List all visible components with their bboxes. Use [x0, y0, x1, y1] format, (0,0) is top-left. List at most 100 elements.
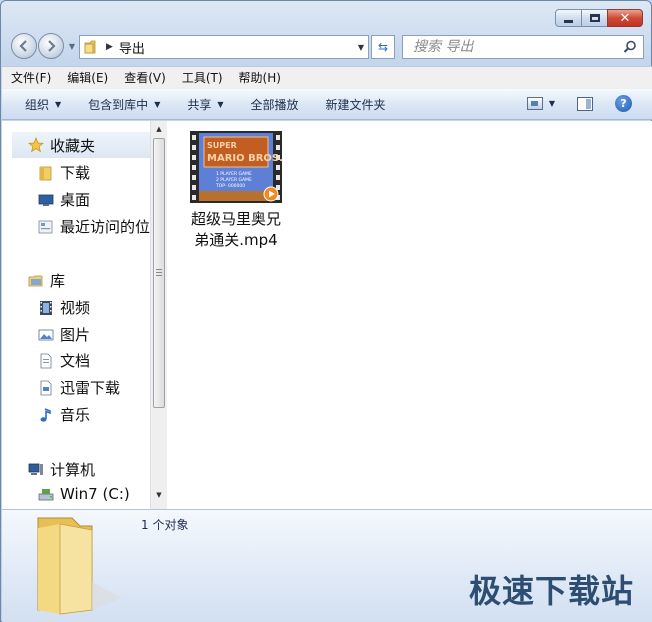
video-icon: [40, 300, 52, 315]
back-button[interactable]: [11, 33, 37, 59]
nav-videos[interactable]: 视频: [38, 297, 90, 318]
document-icon: [40, 353, 52, 368]
arrow-right-icon: [48, 40, 56, 52]
item-count: 1 个对象: [141, 518, 189, 532]
menu-file[interactable]: 文件(F): [11, 69, 51, 86]
nav-desktop-label: 桌面: [60, 191, 91, 209]
search-input[interactable]: [413, 39, 613, 55]
content-area: 收藏夹 下载 桌面 最近访问的位置 库 视频: [2, 121, 652, 509]
explorer-window: ✕ ▼ ▶ 导出 ▼ ⇆ 文件(F) 编辑(E) 查看(V): [0, 0, 652, 622]
menu-edit[interactable]: 编辑(E): [67, 69, 108, 86]
nav-thunder-label: 迅雷下载: [60, 379, 121, 397]
forward-button[interactable]: [38, 33, 64, 59]
menu-bar: 文件(F) 编辑(E) 查看(V) 工具(T) 帮助(H): [2, 66, 652, 88]
recent-places-icon: [38, 220, 53, 233]
help-icon[interactable]: ?: [615, 95, 632, 112]
view-options-dropdown[interactable]: ▼: [549, 99, 555, 108]
music-note-icon: [40, 407, 51, 422]
desktop-icon: [38, 194, 54, 206]
address-history-dropdown[interactable]: ▼: [358, 43, 364, 52]
star-icon: [28, 137, 44, 153]
nav-drive-c[interactable]: Win7 (C:): [38, 485, 130, 503]
thumb-title-line2: MARIO BROS.: [207, 153, 282, 164]
file-name[interactable]: 超级马里奥兄弟通关.mp4: [188, 209, 284, 251]
library-icon: [28, 275, 43, 286]
navigation-pane: 收藏夹 下载 桌面 最近访问的位置 库 视频: [2, 121, 150, 509]
recent-pages-dropdown[interactable]: ▼: [67, 42, 77, 51]
scroll-up-icon[interactable]: ▲: [151, 121, 167, 137]
maximize-icon: [589, 14, 600, 22]
thumb-title-line1: SUPER: [207, 141, 237, 150]
maximize-button[interactable]: [581, 9, 608, 27]
share-label: 共享: [187, 97, 212, 112]
chevron-down-icon: ▼: [154, 99, 161, 109]
nav-pictures-label: 图片: [60, 326, 91, 344]
watermark-logo: 极速下载站: [468, 572, 634, 610]
thumb-menu-line1: 1 PLAYER GAME: [216, 171, 252, 177]
nav-documents[interactable]: 文档: [38, 350, 90, 371]
close-icon: ✕: [619, 10, 631, 26]
video-thumbnail: SUPER MARIO BROS. 1 PLAYER GAME 2 PLAYER…: [190, 131, 282, 203]
nav-drive-c-label: Win7 (C:): [60, 485, 130, 503]
pictures-icon: [38, 329, 54, 340]
nav-music-label: 音乐: [60, 406, 91, 424]
change-view-icon[interactable]: [526, 97, 543, 110]
chevron-down-icon: ▼: [217, 99, 224, 109]
details-pane: 1 个对象 极速下载站: [2, 509, 652, 622]
scroll-down-icon[interactable]: ▼: [151, 487, 167, 503]
nav-videos-label: 视频: [60, 299, 91, 317]
thumb-menu-line2: 2 PLAYER GAME: [216, 177, 252, 183]
nav-pictures[interactable]: 图片: [38, 324, 90, 345]
nav-favorites-label: 收藏夹: [50, 136, 96, 155]
navigation-buttons: ▼: [11, 33, 77, 59]
folder-icon: [84, 40, 96, 54]
nav-libraries-label: 库: [50, 272, 66, 290]
nav-music[interactable]: 音乐: [38, 404, 90, 425]
include-in-library-button[interactable]: 包含到库中 ▼: [88, 96, 160, 113]
nav-recent-places[interactable]: 最近访问的位置: [38, 216, 150, 237]
caption-buttons: ✕: [555, 9, 643, 27]
menu-help[interactable]: 帮助(H): [239, 69, 281, 86]
preview-pane-icon[interactable]: [577, 96, 593, 111]
include-library-label: 包含到库中: [88, 97, 149, 112]
arrow-left-icon: [19, 40, 27, 52]
command-bar: 组织 ▼ 包含到库中 ▼ 共享 ▼ 全部播放 新建文件夹 ▼ ?: [2, 88, 652, 120]
nav-documents-label: 文档: [60, 352, 91, 370]
nav-downloads-label: 下载: [60, 164, 91, 182]
menu-tools[interactable]: 工具(T): [182, 69, 223, 86]
search-icon[interactable]: [623, 40, 637, 54]
search-box[interactable]: [402, 35, 644, 59]
breadcrumb-current[interactable]: 导出: [119, 38, 145, 57]
scrollbar-thumb[interactable]: [153, 138, 165, 408]
organize-label: 组织: [25, 97, 50, 112]
minimize-icon: [564, 19, 573, 23]
menu-view[interactable]: 查看(V): [124, 69, 166, 86]
minimize-button[interactable]: [555, 9, 582, 27]
view-controls: ▼ ?: [526, 95, 632, 112]
organize-button[interactable]: 组织 ▼: [25, 96, 61, 113]
nav-computer[interactable]: 计算机: [28, 459, 95, 480]
nav-libraries[interactable]: 库: [28, 270, 65, 291]
file-list: SUPER MARIO BROS. 1 PLAYER GAME 2 PLAYER…: [168, 121, 652, 509]
nav-favorites[interactable]: 收藏夹: [12, 132, 150, 158]
share-button[interactable]: 共享 ▼: [187, 96, 223, 113]
chevron-down-icon: ▼: [55, 99, 62, 109]
nav-desktop[interactable]: 桌面: [38, 189, 90, 210]
play-all-button[interactable]: 全部播放: [251, 96, 299, 113]
navigation-scrollbar[interactable]: ▲ ▼: [150, 121, 167, 509]
breadcrumb-chevron-icon[interactable]: ▶: [106, 42, 113, 52]
new-folder-button[interactable]: 新建文件夹: [326, 96, 386, 113]
refresh-icon: ⇆: [377, 40, 389, 54]
computer-icon: [28, 463, 43, 475]
refresh-button[interactable]: ⇆: [371, 35, 395, 59]
thumb-menu-line3: TOP- 000000: [215, 183, 245, 189]
file-item[interactable]: SUPER MARIO BROS. 1 PLAYER GAME 2 PLAYER…: [188, 131, 284, 251]
close-button[interactable]: ✕: [607, 9, 643, 27]
grip-icon: [156, 269, 162, 276]
folder-icon: [37, 517, 122, 615]
address-bar[interactable]: ▶ 导出 ▼: [79, 35, 369, 59]
drive-icon: [38, 489, 54, 501]
nav-downloads[interactable]: 下载: [38, 162, 90, 183]
nav-thunder-downloads[interactable]: 迅雷下载: [38, 377, 120, 398]
thunder-download-icon: [40, 380, 52, 395]
